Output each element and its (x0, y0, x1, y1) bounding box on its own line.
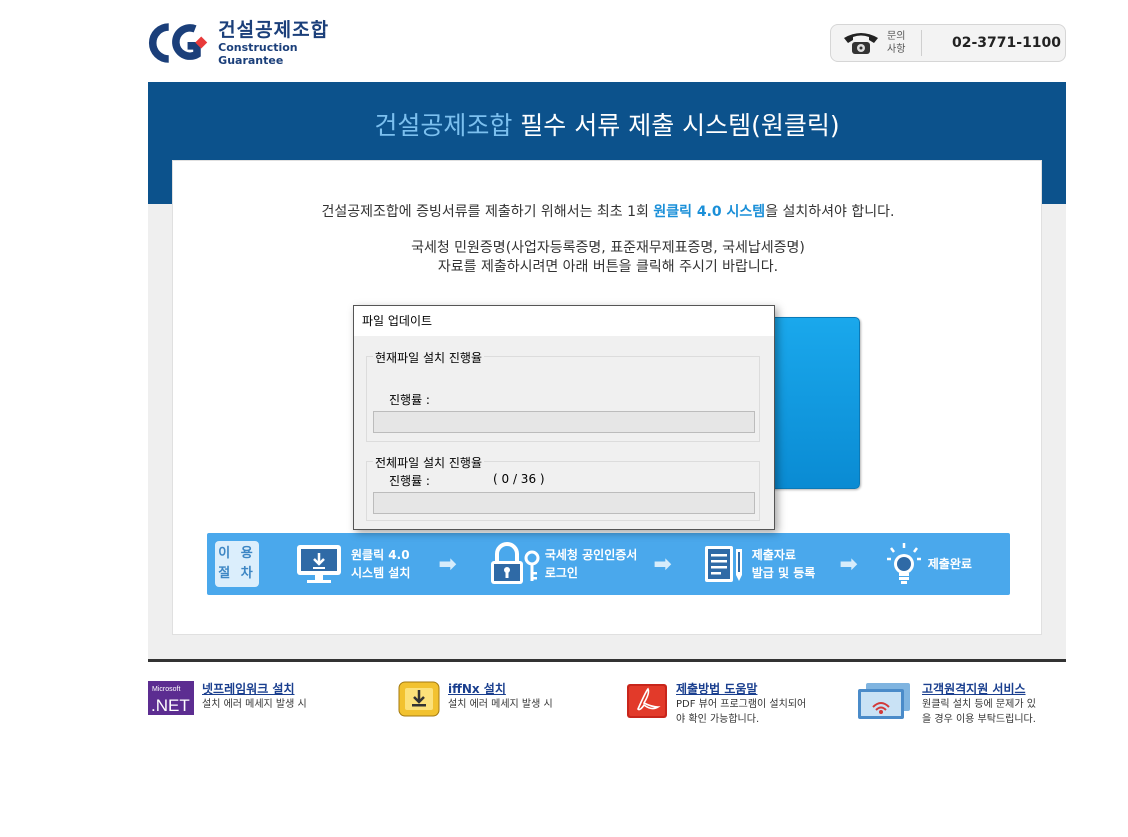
step-install-line-1: 원클릭 4.0 (351, 548, 410, 562)
intro-block-2: 국세청 민원증명(사업자등록증명, 표준재무제표증명, 국세납세증명) 자료를 … (173, 239, 1043, 277)
steps-badge-line-1: 이 용 (218, 546, 256, 561)
intro-text-before: 건설공제조합에 증빙서류를 제출하기 위해서는 최초 1회 (321, 204, 654, 220)
document-pen-icon (704, 546, 742, 582)
intro-line-1: 건설공제조합에 증빙서류를 제출하기 위해서는 최초 1회 원클릭 4.0 시스… (173, 201, 1043, 221)
logo-english-text: Construction Guarantee (218, 41, 298, 67)
cg-logo-icon (148, 23, 208, 63)
footer-desc-remote-1: 원클릭 설치 등에 문제가 있 (922, 699, 1036, 710)
contact-divider (921, 30, 922, 56)
steps-badge-line-2: 절 차 (218, 566, 256, 581)
svg-text:Microsoft: Microsoft (152, 686, 180, 693)
step-install: 원클릭 4.0 시스템 설치 (295, 543, 410, 585)
total-file-progress-bar (373, 492, 755, 514)
footer-desc-help-2: 야 확인 가능합니다. (676, 714, 760, 725)
lock-key-icon (490, 542, 540, 584)
step-arrow-icon: ➡ (438, 551, 457, 577)
contact-phone-number: 02-3771-1100 (952, 35, 1062, 51)
intro-line-3: 자료를 제출하시려면 아래 버튼을 클릭해 주시기 바랍니다. (437, 259, 779, 275)
lightbulb-icon (886, 543, 921, 584)
footer-desc-remote-2: 을 경우 이용 부탁드립니다. (922, 714, 1036, 725)
footer-link-iffnx[interactable]: iffNx 설치 (448, 681, 553, 697)
footer-item-dotnet: Microsoft .NET 넷프레임워크 설치 설치 에러 메세지 발생 시 (148, 681, 307, 715)
step-complete: 제출완료 (886, 542, 972, 586)
intro-highlight: 원클릭 4.0 시스템 (653, 204, 766, 220)
remote-support-icon[interactable] (856, 681, 914, 719)
step-submit-line-1: 제출자료 (751, 548, 796, 562)
page-title: 건설공제조합 필수 서류 제출 시스템(원클릭) (148, 106, 1066, 142)
step-arrow-icon: ➡ (839, 551, 858, 577)
footer-link-remote[interactable]: 고객원격지원 서비스 (922, 681, 1036, 697)
download-box-icon[interactable] (398, 681, 440, 717)
step-login-line-2: 로그인 (544, 566, 578, 580)
monitor-download-icon (297, 545, 341, 583)
telephone-icon (844, 33, 878, 54)
contact-label-1: 문의 (887, 31, 906, 42)
step-complete-label: 제출완료 (927, 557, 972, 571)
pdf-icon[interactable] (626, 681, 668, 719)
footer-link-dotnet[interactable]: 넷프레임워크 설치 (202, 681, 307, 697)
total-file-legend: 전체파일 설치 진행율 (373, 454, 484, 471)
dotnet-icon[interactable]: Microsoft .NET (148, 681, 194, 715)
step-submit: 제출자료 발급 및 등록 (702, 543, 816, 585)
footer-item-help: 제출방법 도움말 PDF 뷰어 프로그램이 설치되어 야 확인 가능합니다. (626, 681, 806, 727)
brand-logo[interactable]: 건설공제조합 Construction Guarantee (148, 19, 358, 67)
footer-divider (148, 659, 1066, 662)
step-install-line-2: 시스템 설치 (351, 566, 411, 580)
usage-steps-bar: 이 용 절 차 원클릭 4.0 시스템 설치 ➡ 국세청 공인인증서 로그인 ➡… (207, 533, 1010, 595)
dialog-title[interactable]: 파일 업데이트 (354, 306, 774, 336)
step-login: 국세청 공인인증서 로그인 (487, 542, 638, 586)
current-file-progress-bar (373, 411, 755, 433)
page-title-accent: 건설공제조합 (374, 111, 513, 140)
steps-badge: 이 용 절 차 (215, 541, 259, 587)
step-arrow-icon: ➡ (653, 551, 672, 577)
footer-desc-iffnx: 설치 에러 메세지 발생 시 (448, 699, 553, 710)
step-submit-line-2: 발급 및 등록 (751, 566, 816, 580)
intro-line-2: 국세청 민원증명(사업자등록증명, 표준재무제표증명, 국세납세증명) (411, 240, 805, 256)
total-file-progress-group: 전체파일 설치 진행율 진행률 : ( 0 / 36 ) (366, 454, 760, 521)
footer-link-help[interactable]: 제출방법 도움말 (676, 681, 806, 697)
file-update-dialog[interactable]: 파일 업데이트 현재파일 설치 진행율 진행률 : 전체파일 설치 진행율 진행… (353, 305, 775, 530)
total-file-progress-count: ( 0 / 36 ) (493, 472, 545, 486)
contact-box: 문의 사항 02-3771-1100 (830, 24, 1066, 62)
current-file-legend: 현재파일 설치 진행율 (373, 349, 484, 366)
intro-text-after: 을 설치하셔야 합니다. (765, 204, 895, 220)
total-file-progress-label: 진행률 : (389, 474, 430, 488)
current-file-progress-label: 진행률 : (389, 393, 430, 407)
step-login-line-1: 국세청 공인인증서 (544, 548, 638, 562)
footer-desc-help-1: PDF 뷰어 프로그램이 설치되어 (676, 699, 807, 710)
page-title-rest: 필수 서류 제출 시스템(원클릭) (512, 111, 840, 140)
svg-text:.NET: .NET (151, 696, 190, 715)
contact-label-2: 사항 (887, 44, 906, 55)
footer-desc-dotnet: 설치 에러 메세지 발생 시 (202, 699, 307, 710)
footer-item-remote: 고객원격지원 서비스 원클릭 설치 등에 문제가 있 을 경우 이용 부탁드립니… (856, 681, 1036, 727)
install-button[interactable] (763, 317, 860, 489)
footer-item-iffnx: iffNx 설치 설치 에러 메세지 발생 시 (398, 681, 553, 717)
logo-korean-text: 건설공제조합 (218, 19, 330, 41)
current-file-progress-group: 현재파일 설치 진행율 진행률 : (366, 349, 760, 442)
